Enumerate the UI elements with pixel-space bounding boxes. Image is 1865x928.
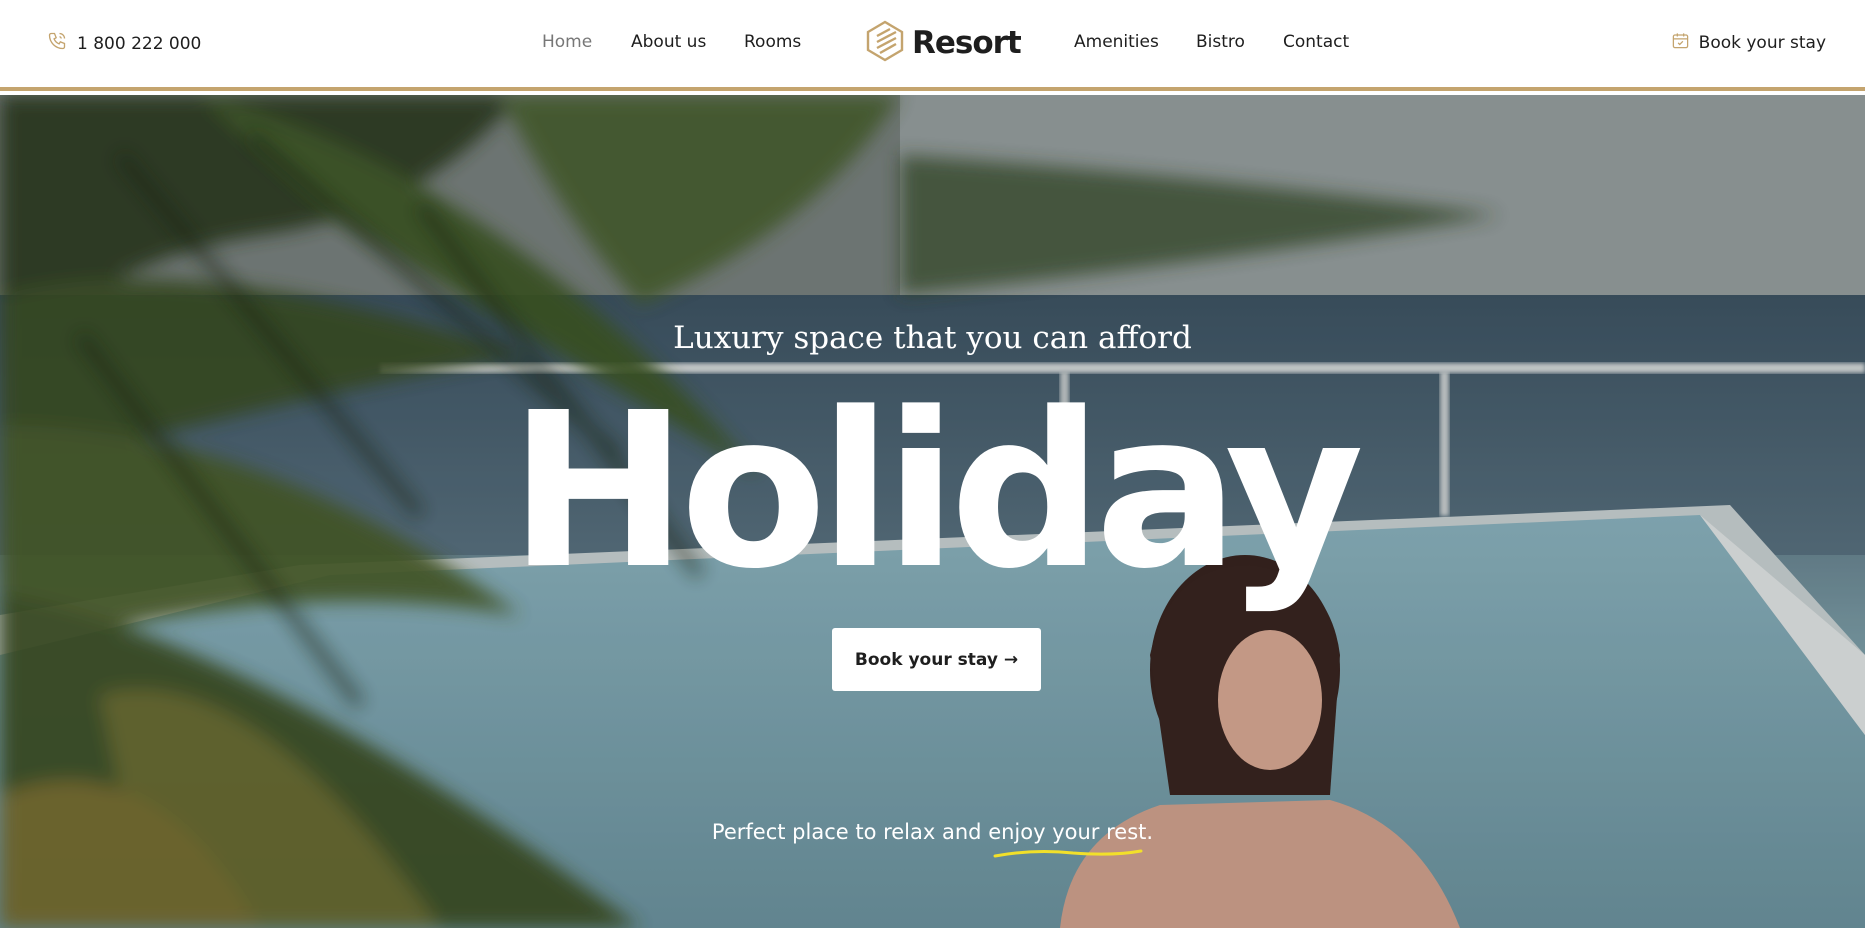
nav-amenities[interactable]: Amenities bbox=[1074, 31, 1159, 53]
logo-text: Resort bbox=[912, 25, 1022, 61]
hero-subtext-end: . bbox=[1146, 820, 1154, 844]
phone-link[interactable]: 1 800 222 000 bbox=[47, 31, 201, 56]
hero-title: Holiday bbox=[508, 367, 1364, 616]
hero-subtext: Perfect place to relax and enjoy your re… bbox=[0, 820, 1865, 844]
site-logo[interactable]: Resort bbox=[866, 20, 1022, 66]
nav-home[interactable]: Home bbox=[542, 31, 592, 53]
site-header: 1 800 222 000 Home About us Rooms Resort… bbox=[0, 0, 1865, 91]
logo-icon bbox=[866, 20, 904, 66]
nav-about-us[interactable]: About us bbox=[631, 31, 706, 53]
hero-section: Luxury space that you can afford Holiday… bbox=[0, 95, 1865, 928]
hero-subtext-highlight: enjoy your rest bbox=[988, 820, 1147, 844]
hero-subtext-plain: Perfect place to relax and bbox=[711, 820, 989, 844]
phone-icon bbox=[47, 31, 67, 56]
book-your-stay-button[interactable]: Book your stay → bbox=[832, 628, 1041, 691]
book-your-stay-link[interactable]: Book your stay bbox=[1671, 31, 1826, 55]
highlight-underline bbox=[993, 849, 1143, 858]
nav-bistro[interactable]: Bistro bbox=[1196, 31, 1245, 53]
nav-contact[interactable]: Contact bbox=[1283, 31, 1349, 53]
book-your-stay-label: Book your stay bbox=[1698, 33, 1826, 53]
hero-tagline: Luxury space that you can afford bbox=[673, 320, 1192, 356]
calendar-icon bbox=[1671, 31, 1690, 55]
nav-rooms[interactable]: Rooms bbox=[744, 31, 801, 53]
phone-number: 1 800 222 000 bbox=[77, 33, 202, 54]
